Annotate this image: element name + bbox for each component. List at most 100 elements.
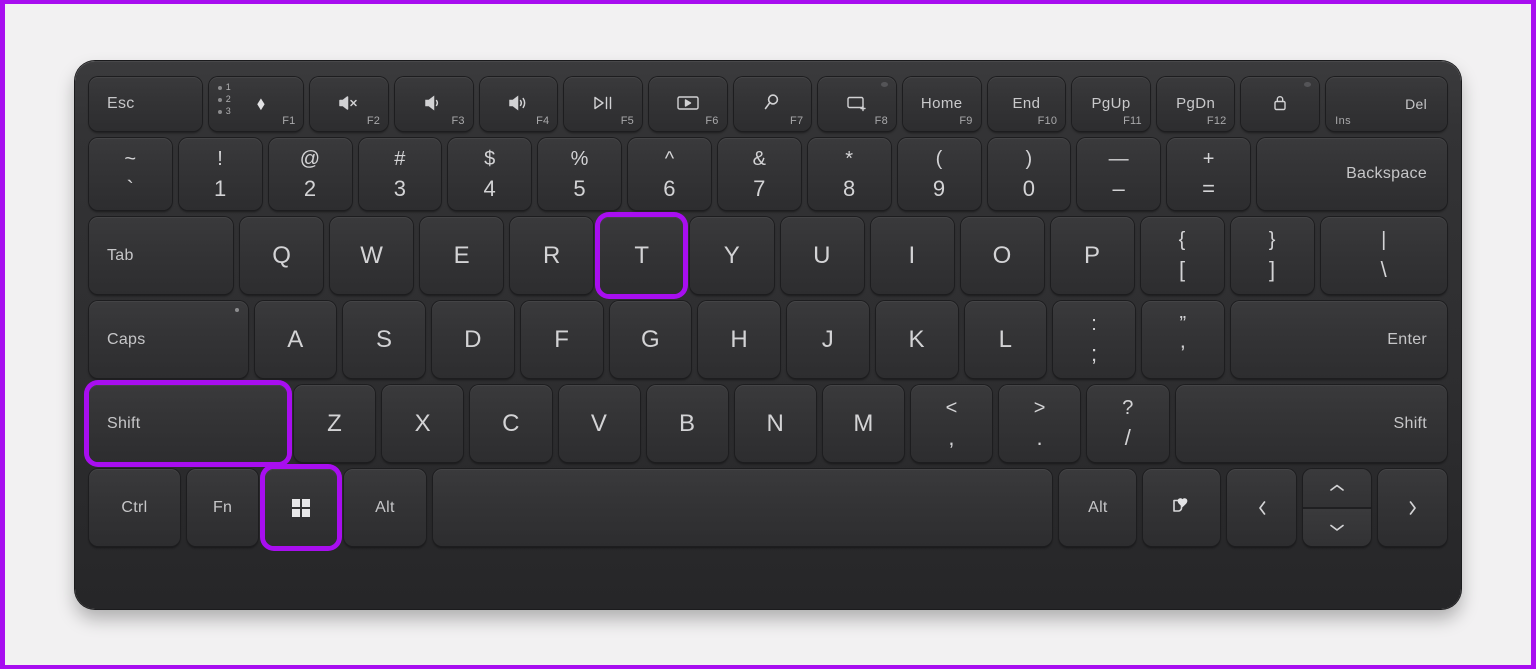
key-bracket-right[interactable]: }] [1230,217,1314,294]
key-f2-mute[interactable]: F2 [310,77,389,131]
key-i[interactable]: I [870,217,954,294]
key-f4-sublabel: F4 [536,115,550,127]
key-period-shifted: > [1033,397,1046,419]
key-minus-base: – [1112,175,1126,201]
key-f[interactable]: F [520,301,603,378]
key-j[interactable]: J [787,301,869,378]
key-n[interactable]: N [734,385,816,462]
key-backtick[interactable]: ~ ` [89,138,172,210]
key-q-label: Q [272,241,292,269]
key-f6-screen-snip[interactable]: F6 [649,77,727,131]
key-s[interactable]: S [343,301,426,378]
key-r[interactable]: R [510,217,594,294]
key-emoji[interactable] [1143,469,1221,546]
key-comma[interactable]: <, [911,385,993,462]
key-caps-lock[interactable]: Caps [89,301,248,378]
key-e[interactable]: E [420,217,504,294]
key-f12-pagedown[interactable]: PgDn F12 [1156,77,1235,131]
key-f3-volume-down[interactable]: F3 [395,77,473,131]
key-f1-bluetooth[interactable]: 1 2 3 ⬧ F1 [208,77,304,131]
keyboard-row-home: Caps A S D F G H J K L :; ”’ Enter [89,301,1448,378]
key-arrow-up-down[interactable] [1302,469,1372,546]
key-enter[interactable]: Enter [1230,301,1448,378]
key-6[interactable]: ^ 6 [628,138,712,210]
key-shift-right[interactable]: Shift [1175,385,1448,462]
key-1[interactable]: ! 1 [178,138,262,210]
key-f9-home[interactable]: Home F9 [902,77,981,131]
key-delete[interactable]: Del Ins [1326,77,1448,131]
key-f7-search[interactable]: F7 [733,77,812,131]
key-period-base: . [1036,425,1044,450]
key-f10-end[interactable]: End F10 [987,77,1066,131]
key-backslash[interactable]: | \ [1320,217,1448,294]
key-semicolon[interactable]: :; [1053,301,1136,378]
key-period[interactable]: >. [999,385,1081,462]
key-backtick-shifted: ~ [124,147,137,170]
key-z[interactable]: Z [294,385,376,462]
key-tab[interactable]: Tab [89,217,234,294]
key-backspace[interactable]: Backspace [1257,138,1448,210]
key-t[interactable]: T [600,217,684,294]
key-q[interactable]: Q [240,217,324,294]
key-g[interactable]: G [609,301,692,378]
key-lock[interactable] [1241,77,1320,131]
key-h[interactable]: H [698,301,781,378]
key-0-base: 0 [1022,175,1036,201]
key-x-label: X [414,409,432,437]
key-f11-pageup[interactable]: PgUp F11 [1072,77,1150,131]
key-apostrophe[interactable]: ”’ [1142,301,1224,378]
key-c[interactable]: C [470,385,552,462]
key-ctrl[interactable]: Ctrl [89,469,180,546]
lock-icon [1271,93,1289,113]
key-backslash-base: \ [1380,257,1388,282]
key-arrow-down[interactable] [1302,506,1372,546]
key-alt-left[interactable]: Alt [343,469,427,546]
key-w[interactable]: W [330,217,414,294]
key-fn[interactable]: Fn [186,469,259,546]
key-x[interactable]: X [382,385,464,462]
key-0-shifted: ) [1025,147,1033,170]
key-arrow-up[interactable] [1302,469,1372,507]
key-arrow-left[interactable] [1227,469,1296,546]
key-bracket-left-shifted: { [1178,229,1186,251]
key-shift-left[interactable]: Shift [89,385,288,462]
key-bracket-left[interactable]: {[ [1140,217,1224,294]
key-f-label: F [554,325,570,353]
key-f4-volume-up[interactable]: F4 [479,77,558,131]
key-d[interactable]: D [432,301,514,378]
key-d-label: D [464,325,482,353]
key-4-base: 4 [483,175,497,201]
key-l[interactable]: L [964,301,1047,378]
key-arrow-right[interactable] [1378,469,1447,546]
key-f5-play-pause[interactable]: F5 [564,77,642,131]
key-8[interactable]: * 8 [807,138,891,210]
key-9[interactable]: (9 [897,138,981,210]
key-v[interactable]: V [558,385,640,462]
key-windows[interactable] [265,469,337,546]
key-k[interactable]: K [875,301,958,378]
key-equals[interactable]: + = [1167,138,1251,210]
key-b[interactable]: B [646,385,728,462]
key-0[interactable]: ) 0 [987,138,1071,210]
key-7[interactable]: & 7 [718,138,801,210]
key-m[interactable]: M [822,385,905,462]
key-3[interactable]: #3 [358,138,442,210]
key-space[interactable] [433,469,1053,546]
key-esc[interactable]: Esc [89,77,202,131]
key-u[interactable]: U [780,217,864,294]
key-4[interactable]: $4 [448,138,532,210]
key-alt-right[interactable]: Alt [1059,469,1137,546]
key-k-label: K [908,325,925,353]
key-f8-project-display[interactable]: F8 [818,77,896,131]
key-y[interactable]: Y [690,217,774,294]
key-o[interactable]: O [960,217,1044,294]
key-comma-shifted: < [945,397,958,419]
key-a-label: A [287,325,304,353]
key-slash[interactable]: ? / [1087,385,1169,462]
project-display-icon [844,94,870,112]
key-p[interactable]: P [1050,217,1134,294]
key-minus[interactable]: — – [1077,138,1161,210]
key-5[interactable]: % 5 [538,138,622,210]
key-a[interactable]: A [254,301,337,378]
key-2[interactable]: @2 [268,138,352,210]
